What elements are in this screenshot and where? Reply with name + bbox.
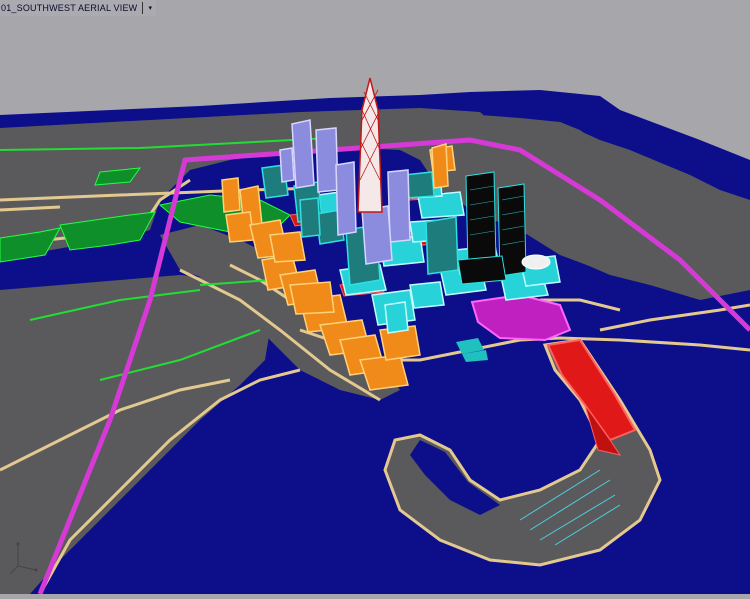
chevron-down-icon[interactable]: ▾ — [146, 2, 154, 14]
3d-model-viewport[interactable] — [0, 0, 750, 595]
orange-tower-north — [431, 143, 449, 189]
black-towers — [457, 171, 527, 285]
view-name-label: 01_SOUTHWEST AERIAL VIEW — [1, 3, 138, 13]
ucs-axis-icon — [6, 540, 42, 581]
white-dome — [521, 254, 551, 270]
view-label-bar: 01_SOUTHWEST AERIAL VIEW ▾ — [0, 0, 157, 16]
view-label-separator — [142, 2, 144, 14]
